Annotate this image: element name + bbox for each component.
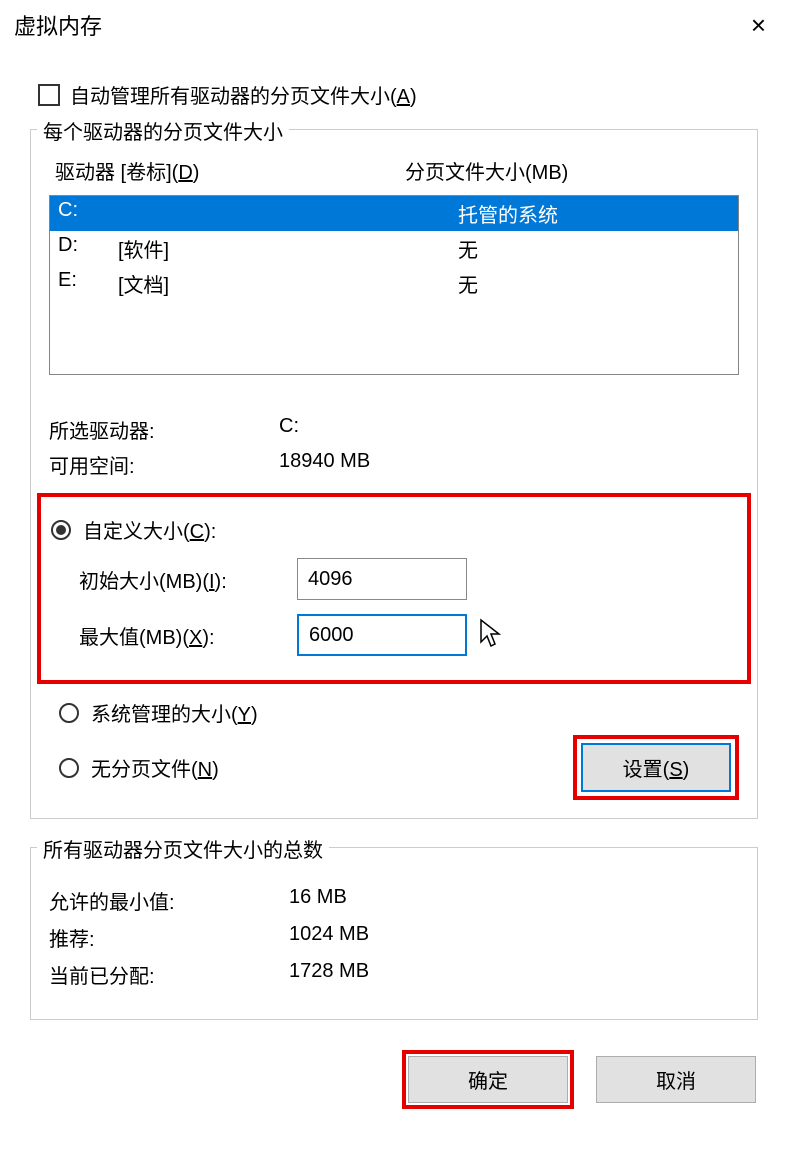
totals-group: 所有驱动器分页文件大小的总数 允许的最小值: 16 MB 推荐: 1024 MB…: [30, 847, 758, 1020]
other-radios: 系统管理的大小(Y) 无分页文件(N) 设置(S): [59, 698, 739, 800]
ok-button[interactable]: 确定: [408, 1056, 568, 1103]
auto-manage-label: 自动管理所有驱动器的分页文件大小(A): [70, 80, 417, 109]
header-drive: 驱动器 [卷标](D): [55, 156, 405, 185]
max-size-label: 最大值(MB)(X):: [79, 621, 297, 650]
close-icon[interactable]: ×: [743, 10, 774, 41]
per-drive-group: 每个驱动器的分页文件大小 驱动器 [卷标](D) 分页文件大小(MB) C: 托…: [30, 129, 758, 819]
system-managed-radio[interactable]: [59, 703, 79, 723]
list-item[interactable]: E: [文档] 无: [50, 266, 738, 301]
free-space-label: 可用空间:: [49, 450, 279, 479]
selected-drive-value: C:: [279, 415, 299, 444]
dialog-content: 自动管理所有驱动器的分页文件大小(A) 每个驱动器的分页文件大小 驱动器 [卷标…: [0, 50, 788, 1129]
dialog-buttons: 确定 取消: [30, 1050, 758, 1109]
selected-drive-label: 所选驱动器:: [49, 415, 279, 444]
per-drive-group-label: 每个驱动器的分页文件大小: [37, 116, 289, 145]
set-button-highlight: 设置(S): [573, 735, 739, 800]
auto-manage-row[interactable]: 自动管理所有驱动器的分页文件大小(A): [38, 80, 758, 109]
drive-list-header: 驱动器 [卷标](D) 分页文件大小(MB): [49, 152, 739, 189]
custom-size-radio-row[interactable]: 自定义大小(C):: [51, 515, 737, 544]
system-managed-label: 系统管理的大小(Y): [91, 698, 258, 727]
allocated-label: 当前已分配:: [49, 960, 289, 989]
list-item[interactable]: D: [软件] 无: [50, 231, 738, 266]
cursor-icon: [479, 618, 503, 650]
custom-size-highlight: 自定义大小(C): 初始大小(MB)(I): 最大值(MB)(X):: [37, 493, 751, 684]
list-item[interactable]: C: 托管的系统: [50, 196, 738, 231]
dialog-title: 虚拟内存: [14, 9, 102, 41]
drive-list[interactable]: C: 托管的系统 D: [软件] 无 E: [文档] 无: [49, 195, 739, 375]
initial-size-input[interactable]: [297, 558, 467, 600]
set-button[interactable]: 设置(S): [581, 743, 731, 792]
allocated-value: 1728 MB: [289, 960, 369, 989]
custom-size-label: 自定义大小(C):: [83, 515, 216, 544]
no-paging-radio[interactable]: [59, 758, 79, 778]
ok-button-highlight: 确定: [402, 1050, 574, 1109]
drive-info: 所选驱动器: C: 可用空间: 18940 MB: [49, 415, 739, 479]
header-size: 分页文件大小(MB): [405, 156, 568, 185]
recommended-label: 推荐:: [49, 923, 289, 952]
custom-size-radio[interactable]: [51, 520, 71, 540]
no-paging-label: 无分页文件(N): [91, 753, 219, 782]
free-space-value: 18940 MB: [279, 450, 370, 479]
auto-manage-checkbox[interactable]: [38, 84, 60, 106]
cancel-button[interactable]: 取消: [596, 1056, 756, 1103]
title-bar: 虚拟内存 ×: [0, 0, 788, 50]
recommended-value: 1024 MB: [289, 923, 369, 952]
min-allowed-label: 允许的最小值:: [49, 886, 289, 915]
no-paging-radio-row[interactable]: 无分页文件(N): [59, 753, 219, 782]
totals-group-label: 所有驱动器分页文件大小的总数: [37, 834, 329, 863]
initial-size-label: 初始大小(MB)(I):: [79, 565, 297, 594]
max-size-input[interactable]: [297, 614, 467, 656]
min-allowed-value: 16 MB: [289, 886, 347, 915]
system-managed-radio-row[interactable]: 系统管理的大小(Y): [59, 698, 739, 727]
